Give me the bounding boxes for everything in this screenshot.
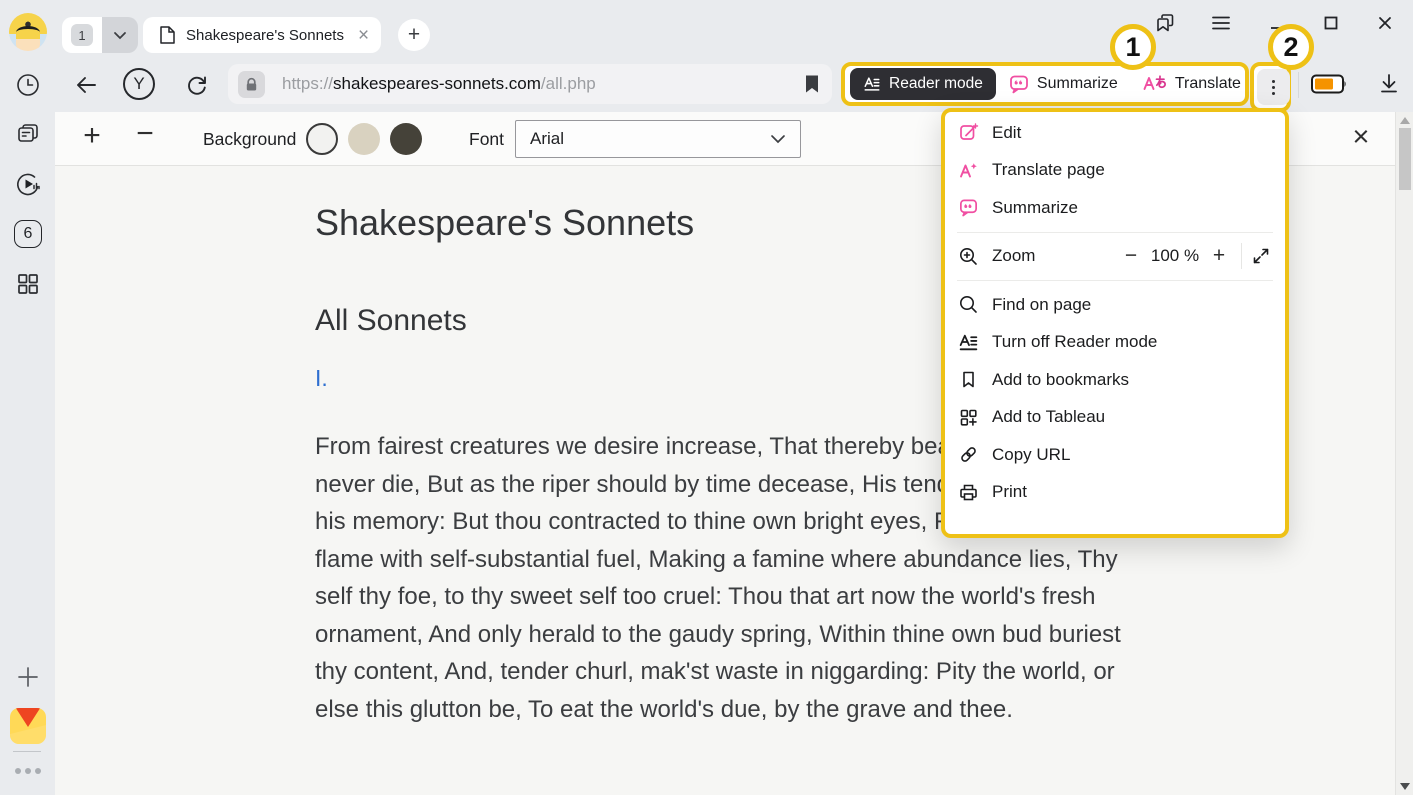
sidebar-more-icon[interactable] [13, 768, 43, 774]
url-text: https://shakespeares-sonnets.com/all.php [282, 74, 804, 94]
page-actions-menu: Edit Translate page Summarize [941, 108, 1289, 538]
font-select[interactable]: Arial [515, 120, 801, 158]
sidebar: 6 [0, 0, 55, 795]
url-domain: shakespeares-sonnets.com [333, 74, 541, 93]
menu-divider [957, 232, 1273, 233]
translate-button[interactable]: Translate [1132, 68, 1251, 100]
font-decrease-button[interactable]: − [131, 117, 159, 151]
tab-counter-control[interactable]: 1 [62, 17, 138, 53]
overflow-highlight [1250, 62, 1291, 112]
sidebar-add-icon[interactable] [13, 662, 43, 692]
scrollbar[interactable] [1395, 112, 1413, 795]
notes-icon[interactable] [13, 118, 43, 148]
zoom-value: 100 % [1146, 246, 1204, 266]
summarize-icon [958, 197, 979, 218]
new-tab-button[interactable]: + [398, 19, 430, 51]
url-path: /all.php [541, 74, 596, 93]
page-icon [159, 25, 176, 45]
annotation-step-2: 2 [1268, 24, 1314, 70]
yandex-services-button[interactable]: Y [123, 68, 155, 100]
reader-bar-close-icon[interactable]: × [1347, 121, 1375, 154]
annotation-step-1: 1 [1110, 24, 1156, 70]
scrollbar-thumb[interactable] [1399, 128, 1411, 190]
main-menu-icon[interactable] [1210, 12, 1232, 34]
tab-title: Shakespeare's Sonnets [186, 27, 344, 44]
background-label: Background [203, 129, 296, 150]
translate-page-icon [958, 160, 979, 181]
link-icon [958, 444, 979, 465]
page-actions-menu-button[interactable] [1257, 69, 1290, 105]
scrollbar-down-arrow[interactable] [1400, 783, 1410, 790]
zoom-out-button[interactable]: − [1116, 244, 1146, 268]
menu-item-find-on-page[interactable]: Find on page [945, 286, 1285, 324]
edit-icon [958, 122, 979, 143]
reader-mode-button[interactable]: Reader mode [850, 68, 996, 100]
url-scheme: https:// [282, 74, 333, 93]
background-swatch-light[interactable] [306, 123, 338, 155]
font-label: Font [469, 129, 504, 150]
reload-button[interactable] [182, 70, 212, 100]
translate-label: Translate [1175, 75, 1241, 93]
menu-item-print[interactable]: Print [945, 474, 1285, 512]
menu-item-edit[interactable]: Edit [945, 114, 1285, 152]
tab-stack-count: 6 [14, 220, 42, 248]
menu-item-summarize[interactable]: Summarize [945, 189, 1285, 227]
menu-item-add-to-tableau[interactable]: Add to Tableau [945, 399, 1285, 437]
zoom-in-icon [958, 246, 979, 267]
reader-mode-icon [863, 75, 881, 93]
reader-mode-icon [958, 332, 979, 353]
background-swatch-sepia[interactable] [348, 123, 380, 155]
scrollbar-up-arrow[interactable] [1400, 117, 1410, 124]
menu-item-zoom: Zoom − 100 % + [945, 238, 1285, 276]
back-button[interactable] [71, 70, 101, 100]
browser-window: 6 1 S [0, 0, 1413, 795]
translate-icon [1142, 73, 1168, 95]
tableau-grid-icon [958, 407, 979, 428]
summarize-icon [1008, 73, 1030, 95]
lock-icon[interactable] [238, 71, 265, 98]
zoom-in-button[interactable]: + [1204, 244, 1234, 268]
toolbar-divider [1298, 72, 1299, 98]
sonnet-number-link[interactable]: I. [315, 365, 328, 392]
page-title: Shakespeare's Sonnets [315, 202, 694, 244]
summarize-button[interactable]: Summarize [998, 68, 1128, 100]
chevron-down-icon [770, 134, 786, 144]
menu-item-add-to-bookmarks[interactable]: Add to bookmarks [945, 361, 1285, 399]
downloads-icon[interactable] [1376, 71, 1402, 97]
bookmark-filled-icon[interactable] [804, 74, 820, 94]
menu-item-translate-page[interactable]: Translate page [945, 152, 1285, 190]
sidebar-divider [13, 751, 41, 752]
fullscreen-icon[interactable] [1251, 246, 1271, 266]
font-select-value: Arial [530, 129, 770, 149]
bookmark-icon [958, 369, 979, 390]
chevron-down-icon[interactable] [102, 17, 138, 53]
printer-icon [958, 482, 979, 503]
font-increase-button[interactable]: + [78, 119, 106, 153]
search-icon [958, 294, 979, 315]
battery-indicator[interactable] [1310, 73, 1350, 95]
side-panel-icon[interactable] [1154, 12, 1176, 34]
background-swatch-dark[interactable] [390, 123, 422, 155]
tab-stack-badge[interactable]: 6 [13, 219, 43, 249]
tab-close-icon[interactable]: × [354, 26, 373, 45]
tab-shakespeares-sonnets[interactable]: Shakespeare's Sonnets × [143, 17, 381, 53]
window-close-button[interactable] [1374, 12, 1396, 34]
tab-counter-value: 1 [71, 24, 93, 46]
profile-avatar[interactable] [9, 13, 47, 51]
apps-grid-icon[interactable] [13, 269, 43, 299]
reader-mode-label: Reader mode [889, 75, 983, 93]
summarize-label: Summarize [1037, 75, 1118, 93]
yandex-mail-icon[interactable] [10, 708, 46, 744]
menu-item-copy-url[interactable]: Copy URL [945, 436, 1285, 474]
zoom-divider [1241, 243, 1242, 269]
maximize-button[interactable] [1320, 12, 1342, 34]
section-heading: All Sonnets [315, 304, 467, 338]
history-icon[interactable] [13, 70, 43, 100]
reader-actions-group: Reader mode Summarize [841, 62, 1249, 106]
address-bar[interactable]: https://shakespeares-sonnets.com/all.php [228, 64, 832, 104]
menu-item-turn-off-reader-mode[interactable]: Turn off Reader mode [945, 324, 1285, 362]
media-player-icon[interactable] [13, 169, 43, 199]
menu-divider [957, 280, 1273, 281]
